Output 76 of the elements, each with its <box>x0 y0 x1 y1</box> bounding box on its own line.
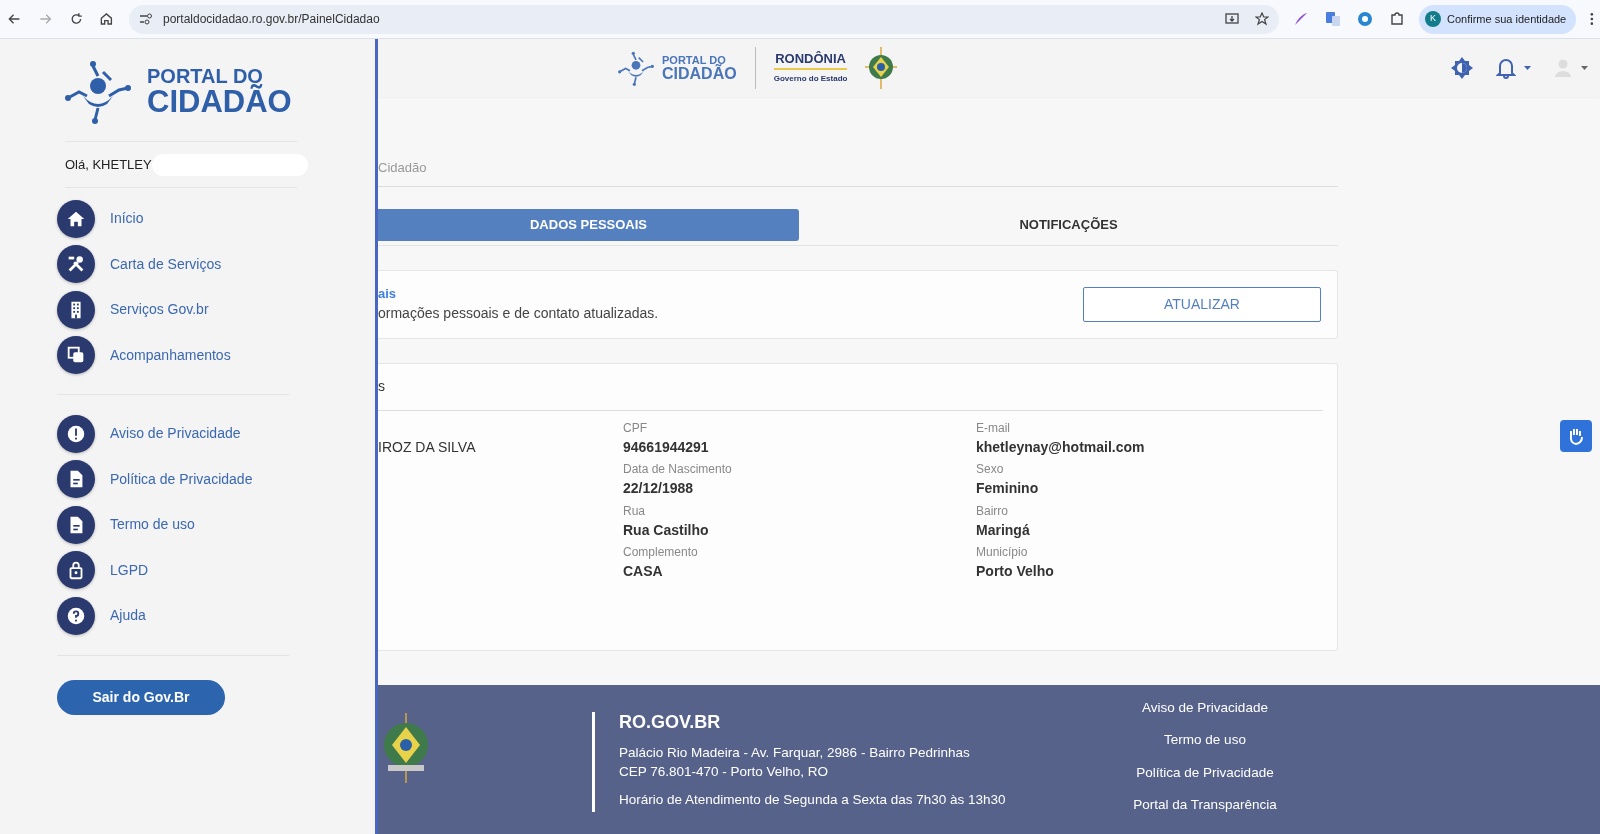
sidebar-menu-item[interactable]: Política de Privacidade <box>57 456 375 502</box>
contrast-icon[interactable] <box>1450 56 1474 80</box>
more-icon[interactable] <box>1590 12 1594 26</box>
card-title: ais <box>378 284 398 303</box>
field-value: Rua Castilho <box>623 520 710 540</box>
sidebar-menu-item[interactable]: Termo de uso <box>57 502 375 548</box>
field-label: Bairro <box>976 502 1009 520</box>
tab[interactable]: DADOS PESSOAIS <box>378 208 799 241</box>
address-bar[interactable]: portaldocidadao.ro.gov.br/PainelCidadao <box>129 4 1279 34</box>
exclamation-icon <box>57 414 95 453</box>
field-label: Rua <box>623 502 646 520</box>
field-value: IROZ DA SILVA <box>378 437 477 457</box>
tab[interactable]: NOTIFICAÇÕES <box>799 208 1338 241</box>
logo-text: PORTAL DO <box>662 54 726 66</box>
sidebar-menu-item[interactable]: Ajuda <box>57 593 375 639</box>
field-label: Complemento <box>623 544 699 561</box>
logo-text: CIDADÃO <box>147 85 292 117</box>
state-subtitle: Governo do Estado <box>773 72 848 85</box>
home-icon <box>57 199 95 238</box>
sidebar-menu-item[interactable]: Serviços Gov.br <box>57 287 375 333</box>
extension-badge-icon[interactable] <box>1357 11 1373 27</box>
address-text: Palácio Rio Madeira - Av. Farquar, 2986 - Bairro Pedrinhas <box>619 744 971 762</box>
tools-icon <box>57 245 95 284</box>
site-settings-icon[interactable] <box>139 12 153 26</box>
field-label: Data de Nascimento <box>623 461 733 478</box>
footer-link[interactable]: Termo de uso <box>1164 730 1246 751</box>
sidebar-menu-item[interactable]: Carta de Serviços <box>57 241 375 287</box>
logout-button[interactable]: Sair do Gov.Br <box>57 679 225 715</box>
field-label: E-mail <box>976 419 1011 437</box>
field-value: 22/12/1988 <box>623 479 695 498</box>
card-description: ormações pessoais e de contato atualizadas. <box>378 304 659 324</box>
update-button[interactable]: ATUALIZAR <box>1083 286 1321 322</box>
accessibility-hand-icon[interactable] <box>1560 420 1592 452</box>
field-value: khetleynay@hotmail.com <box>976 437 1146 457</box>
state-name: RONDÔNIA <box>773 51 848 70</box>
portal-logo-icon <box>618 50 654 86</box>
field-label: Sexo <box>976 461 1005 478</box>
sidebar-menu-item[interactable]: Acompanhamentos <box>57 332 375 378</box>
portal-logo-icon <box>65 58 131 124</box>
building-icon <box>57 290 95 329</box>
star-icon[interactable] <box>1255 12 1269 26</box>
field-value: Feminino <box>976 479 1040 498</box>
section-title-text: s <box>378 363 1323 411</box>
field-label: Município <box>976 544 1029 561</box>
field-value: Maringá <box>976 520 1031 540</box>
footer-title: RO.GOV.BR <box>619 711 722 734</box>
greeting-text: Olá, KHETLEY <box>65 155 152 174</box>
breadcrumb-text: Cidadão <box>378 155 1338 187</box>
sidebar-menu-item[interactable]: LGPD <box>57 547 375 593</box>
address-text: CEP 76.801-470 - Porto Velho, RO <box>619 762 830 781</box>
field-label: CPF <box>623 419 648 437</box>
field-value: CASA <box>623 562 664 581</box>
field-value: Porto Velho <box>976 562 1055 581</box>
bell-icon[interactable] <box>1496 57 1516 79</box>
padlock-icon <box>57 551 95 590</box>
sidebar-menu-item[interactable]: Aviso de Privacidade <box>57 411 375 457</box>
logo-text: CIDADÃO <box>662 65 737 82</box>
field-value: 94661944291 <box>623 437 710 457</box>
profile-button[interactable]: K Confirme sua identidade <box>1419 4 1577 34</box>
hours-text: Horário de Atendimento de Segunda a Sexta das 7h30 às 13h30 <box>619 790 1007 809</box>
caret-icon[interactable] <box>1581 66 1588 70</box>
home-icon[interactable] <box>98 10 115 28</box>
caret-icon[interactable] <box>1524 66 1531 70</box>
document-icon <box>57 460 95 499</box>
document-icon <box>57 505 95 544</box>
footer-link[interactable]: Política de Privacidade <box>1136 762 1274 783</box>
url-text: portaldocidadao.ro.gov.br/PainelCidadao <box>163 11 380 28</box>
install-icon[interactable] <box>1225 12 1239 26</box>
footer-link[interactable]: Aviso de Privacidade <box>1142 698 1268 719</box>
feather-icon[interactable] <box>1293 11 1309 27</box>
translate-icon[interactable] <box>1325 11 1341 27</box>
footer-link[interactable]: Portal da Transparência <box>1133 794 1277 815</box>
copies-icon <box>57 336 95 375</box>
question-icon <box>57 596 95 635</box>
sidebar-menu-item[interactable]: Início <box>57 196 375 242</box>
state-emblem-icon <box>865 47 898 89</box>
